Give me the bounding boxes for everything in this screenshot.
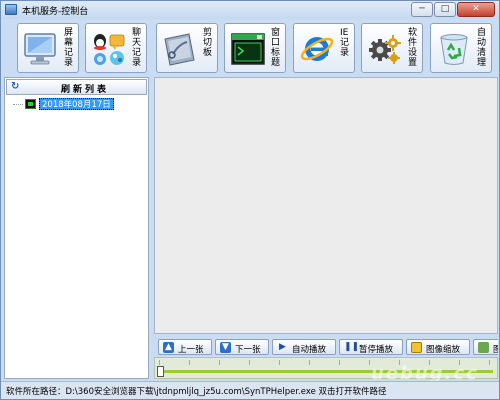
clipboard-label: 剪切板 (203, 28, 213, 58)
screen-capture-icon (25, 99, 36, 109)
pause-label: 暂停播放 (359, 345, 394, 355)
image-zoom-icon (411, 342, 422, 353)
ie-record-button[interactable]: IE记录 (293, 23, 355, 73)
window-title: 本机服务-控制台 (22, 7, 89, 17)
extra-tool-label: 图 (493, 345, 498, 355)
slider-thumb[interactable] (157, 366, 164, 377)
slider-tick (369, 360, 370, 365)
image-icon (478, 342, 489, 353)
terminal-window-icon (231, 33, 265, 65)
next-button[interactable]: ▼ 下一张 (215, 339, 269, 355)
image-viewer (154, 77, 498, 334)
arrow-down-icon: ▼ (220, 342, 231, 353)
title-bar: 本机服务-控制台 ─ □ ✕ (1, 1, 499, 19)
slider-tick (249, 360, 250, 365)
pause-button[interactable]: ❚❚ 暂停播放 (339, 339, 403, 355)
tree-item-date[interactable]: 2018年08月17日 (13, 98, 143, 111)
slider-tick (189, 360, 190, 365)
zoom-label: 图像缩放 (426, 345, 461, 355)
playback-controls: ▲ 上一张 ▼ 下一张 ▶ 自动播放 ❚❚ 暂停播放 图像缩放 图 (154, 338, 498, 356)
app-window: 本机服务-控制台 ─ □ ✕ 屏幕记录 聊天记录 剪切板 窗口标题 IE记录 软… (0, 0, 500, 400)
arrow-up-icon: ▲ (163, 342, 174, 353)
auto-clean-button[interactable]: 自动清理 (430, 23, 492, 73)
slider-tick (279, 360, 280, 365)
slider-tick (489, 360, 490, 365)
status-path-text[interactable]: 软件所在路径：D:\360安全浏览器下载\jtdnpmljlq_jz5u.com… (6, 385, 387, 397)
screen-record-label: 屏幕记录 (64, 28, 74, 68)
screen-record-button[interactable]: 屏幕记录 (17, 23, 79, 73)
clipboard-button[interactable]: 剪切板 (156, 23, 218, 73)
monitor-icon (24, 33, 56, 65)
slider-tick (339, 360, 340, 365)
ie-browser-icon (300, 37, 334, 61)
chat-apps-icon (94, 34, 125, 65)
window-title-label: 窗口标题 (271, 28, 281, 68)
main-toolbar: 屏幕记录 聊天记录 剪切板 窗口标题 IE记录 软件设置 自动清理 (4, 21, 498, 75)
minimize-button[interactable]: ─ (411, 2, 433, 17)
refresh-list-button[interactable]: ↻ 刷新列表 (6, 79, 147, 95)
next-label: 下一张 (235, 345, 261, 355)
gears-icon (369, 35, 401, 64)
recycle-bin-icon (440, 34, 468, 65)
slider-tick (159, 360, 160, 365)
extra-tool-button[interactable]: 图 (473, 339, 498, 355)
autoplay-label: 自动播放 (292, 345, 327, 355)
status-bar: 软件所在路径：D:\360安全浏览器下载\jtdnpmljlq_jz5u.com… (1, 381, 499, 399)
chat-record-button[interactable]: 聊天记录 (85, 23, 147, 73)
tree-item-label: 2018年08月17日 (39, 98, 114, 110)
play-icon: ▶ (279, 342, 286, 352)
prev-label: 上一张 (178, 345, 204, 355)
date-tree-panel: ↻ 刷新列表 2018年08月17日 (4, 77, 149, 379)
pause-icon: ❚❚ (344, 342, 360, 352)
chat-record-label: 聊天记录 (132, 28, 142, 68)
maximize-button[interactable]: □ (434, 2, 456, 17)
refresh-icon: ↻ (11, 81, 20, 92)
auto-clean-label: 自动清理 (477, 28, 487, 68)
clipboard-icon (164, 33, 195, 66)
prev-button[interactable]: ▲ 上一张 (158, 339, 212, 355)
software-settings-button[interactable]: 软件设置 (361, 23, 423, 73)
autoplay-button[interactable]: ▶ 自动播放 (272, 339, 336, 355)
app-icon (5, 4, 17, 15)
slider-tick (309, 360, 310, 365)
zoom-button[interactable]: 图像缩放 (406, 339, 470, 355)
close-button[interactable]: ✕ (457, 2, 495, 17)
software-settings-label: 软件设置 (408, 28, 418, 68)
window-title-button[interactable]: 窗口标题 (224, 23, 286, 73)
refresh-list-label: 刷新列表 (61, 85, 110, 95)
ie-record-label: IE记录 (340, 28, 350, 58)
slider-tick (219, 360, 220, 365)
tree-connector (13, 104, 23, 105)
